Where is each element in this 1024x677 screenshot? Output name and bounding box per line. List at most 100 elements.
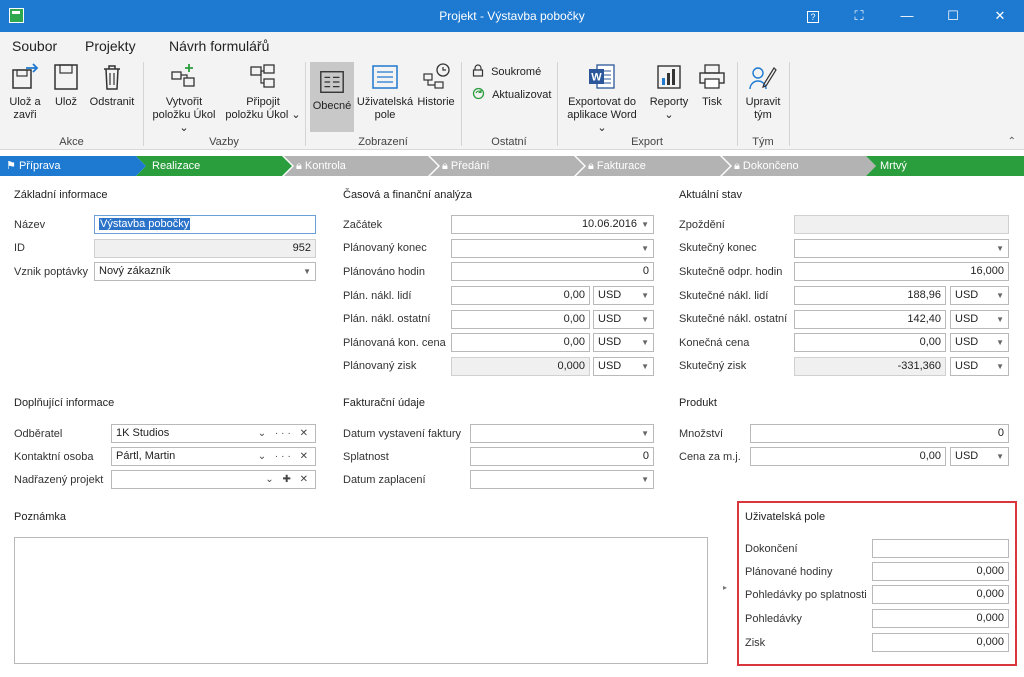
chevron-down-icon: ▼ bbox=[641, 244, 649, 253]
invoice-date-field[interactable]: ▼ bbox=[470, 424, 654, 443]
chevron-down-icon: ▼ bbox=[641, 291, 649, 300]
stage-fakturace[interactable]: 🔒︎ Fakturace bbox=[588, 156, 646, 176]
collapse-ribbon-icon[interactable]: ⌃ bbox=[1008, 136, 1016, 147]
invoice-date-label: Datum vystavení faktury bbox=[343, 428, 461, 440]
plan-profit-currency[interactable]: USD ▼ bbox=[593, 357, 654, 376]
actual-people-currency[interactable]: USD ▼ bbox=[950, 286, 1009, 305]
edit-team-button[interactable]: Upravit tým bbox=[740, 62, 786, 122]
user-fields-icon bbox=[372, 65, 398, 89]
stage-kontrola[interactable]: 🔒︎ Kontrola bbox=[296, 156, 346, 176]
group-label-vazby: Vazby bbox=[209, 136, 239, 148]
edit-team-icon bbox=[749, 67, 777, 90]
export-word-button[interactable]: W Exportovat do aplikace Word ⌄ bbox=[563, 62, 641, 135]
history-icon bbox=[423, 63, 450, 89]
create-task-button[interactable]: Vytvořit položku Úkol ⌄ bbox=[149, 62, 219, 135]
reports-button[interactable]: Reporty ⌄ bbox=[646, 62, 692, 122]
maximize-button[interactable]: ☐ bbox=[930, 0, 976, 32]
profit-field[interactable]: 0,000 bbox=[872, 633, 1009, 652]
chevron-down-icon: ▼ bbox=[996, 315, 1004, 324]
section-title-note: Poznámka bbox=[14, 511, 66, 523]
final-price-field[interactable]: 0,00 bbox=[794, 333, 946, 352]
contact-actions[interactable]: ⌄ ··· ✕ bbox=[258, 448, 311, 465]
stage-mrtvy[interactable]: Mrtvý bbox=[880, 156, 907, 176]
plan-price-field[interactable]: 0,00 bbox=[451, 333, 590, 352]
parent-project-actions[interactable]: ⌄ ✚ ✕ bbox=[265, 471, 311, 488]
private-toggle[interactable]: Soukromé bbox=[472, 64, 541, 78]
origin-label: Vznik poptávky bbox=[14, 266, 88, 278]
id-label: ID bbox=[14, 242, 25, 254]
receivables-field[interactable]: 0,000 bbox=[872, 609, 1009, 628]
refresh-button[interactable]: Aktualizovat bbox=[472, 87, 551, 101]
due-label: Splatnost bbox=[343, 451, 389, 463]
actual-hours-field[interactable]: 16,000 bbox=[794, 262, 1009, 281]
minimize-button[interactable]: — bbox=[884, 0, 930, 32]
customer-field[interactable]: 1K Studios ⌄ ··· ✕ bbox=[111, 424, 316, 443]
final-price-currency[interactable]: USD ▼ bbox=[950, 333, 1009, 352]
done-field[interactable] bbox=[872, 539, 1009, 558]
overdue-field[interactable]: 0,000 bbox=[872, 585, 1009, 604]
general-view-button[interactable]: Obecné bbox=[310, 62, 354, 132]
planned-end-field[interactable]: ▼ bbox=[451, 239, 654, 258]
start-date-field[interactable]: 10.06.2016 ▼ bbox=[451, 215, 654, 234]
chevron-down-icon: ▼ bbox=[641, 429, 649, 438]
plan-people-field[interactable]: 0,00 bbox=[451, 286, 590, 305]
chevron-down-icon: ▼ bbox=[996, 291, 1004, 300]
receivables-label: Pohledávky bbox=[745, 613, 802, 625]
plan-price-currency[interactable]: USD ▼ bbox=[593, 333, 654, 352]
stage-predani[interactable]: 🔒︎ Předání bbox=[442, 156, 489, 176]
origin-select[interactable]: Nový zákazník ▼ bbox=[94, 262, 316, 281]
close-button[interactable]: ✕ bbox=[977, 0, 1023, 32]
section-title-basic: Základní informace bbox=[14, 189, 108, 201]
parent-project-field[interactable]: ⌄ ✚ ✕ bbox=[111, 470, 316, 489]
chevron-down-icon: ▼ bbox=[996, 244, 1004, 253]
planned-hours-custom-field[interactable]: 0,000 bbox=[872, 562, 1009, 581]
history-button[interactable]: Historie bbox=[416, 62, 456, 109]
stage-priprava[interactable]: ⚑ Přípravа bbox=[0, 156, 61, 176]
actual-end-field[interactable]: ▼ bbox=[794, 239, 1009, 258]
print-button[interactable]: Tisk bbox=[696, 62, 728, 109]
planned-hours-field[interactable]: 0 bbox=[451, 262, 654, 281]
chevron-down-icon: ▼ bbox=[641, 475, 649, 484]
user-fields-button[interactable]: Uživatelská pole bbox=[356, 62, 414, 122]
tab-navrh-formularu[interactable]: Návrh formulářů bbox=[169, 38, 269, 54]
contact-field[interactable]: Pártl, Martin ⌄ ··· ✕ bbox=[111, 447, 316, 466]
actual-profit-label: Skutečný zisk bbox=[679, 360, 747, 372]
done-label: Dokončení bbox=[745, 543, 798, 555]
plan-other-field[interactable]: 0,00 bbox=[451, 310, 590, 329]
actual-people-field[interactable]: 188,96 bbox=[794, 286, 946, 305]
name-field[interactable]: Výstavba pobočky bbox=[94, 215, 316, 234]
paid-date-field[interactable]: ▼ bbox=[470, 470, 654, 489]
chevron-down-icon: ▼ bbox=[996, 338, 1004, 347]
delay-label: Zpoždění bbox=[679, 219, 725, 231]
plan-people-currency[interactable]: USD ▼ bbox=[593, 286, 654, 305]
actual-other-currency[interactable]: USD ▼ bbox=[950, 310, 1009, 329]
actual-other-field[interactable]: 142,40 bbox=[794, 310, 946, 329]
tab-soubor[interactable]: Soubor bbox=[12, 38, 57, 54]
quantity-label: Množství bbox=[679, 428, 724, 440]
group-label-tym: Tým bbox=[752, 136, 774, 148]
save-close-button[interactable]: Ulož a zavři bbox=[6, 62, 44, 122]
unit-price-field[interactable]: 0,00 bbox=[750, 447, 946, 466]
attach-task-button[interactable]: Připojit položku Úkol ⌄ bbox=[225, 62, 301, 122]
planned-hours-custom-label: Plánované hodiny bbox=[745, 566, 833, 578]
note-textarea[interactable] bbox=[14, 537, 708, 664]
help-button[interactable]: ? bbox=[790, 0, 836, 32]
customer-actions[interactable]: ⌄ ··· ✕ bbox=[258, 425, 311, 442]
group-label-ostatni: Ostatní bbox=[491, 136, 527, 148]
stage-realizace[interactable]: Realizace bbox=[152, 156, 200, 176]
quantity-field[interactable]: 0 bbox=[750, 424, 1009, 443]
splitter-arrow-icon[interactable]: ▸ bbox=[723, 583, 727, 592]
due-field[interactable]: 0 bbox=[470, 447, 654, 466]
chevron-down-icon: ▼ bbox=[996, 452, 1004, 461]
reports-icon bbox=[657, 65, 681, 89]
plan-other-currency[interactable]: USD ▼ bbox=[593, 310, 654, 329]
save-close-icon bbox=[12, 63, 39, 89]
delete-button[interactable]: Odstranit bbox=[88, 62, 136, 109]
tab-projekty[interactable]: Projekty bbox=[85, 38, 136, 60]
fullscreen-button[interactable]: ⛶ bbox=[836, 0, 882, 32]
actual-profit-currency[interactable]: USD ▼ bbox=[950, 357, 1009, 376]
ribbon-separator bbox=[143, 62, 144, 146]
save-button[interactable]: Ulož bbox=[50, 62, 82, 109]
unit-price-currency[interactable]: USD ▼ bbox=[950, 447, 1009, 466]
stage-dokonceno[interactable]: 🔒︎ Dokončeno bbox=[734, 156, 799, 176]
